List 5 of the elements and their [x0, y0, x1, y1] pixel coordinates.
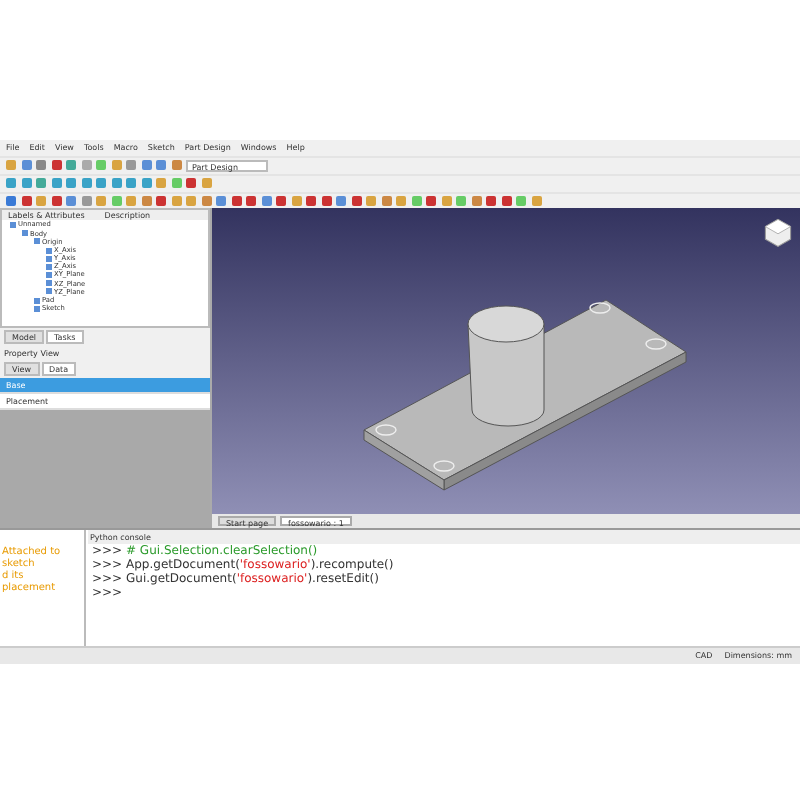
navigation-cube-icon[interactable]: [760, 214, 796, 251]
3d-viewport[interactable]: [212, 208, 800, 515]
tree-node-icon: [34, 238, 40, 245]
tree-node-icon: [22, 230, 28, 237]
tree-node-icon: [10, 221, 16, 228]
